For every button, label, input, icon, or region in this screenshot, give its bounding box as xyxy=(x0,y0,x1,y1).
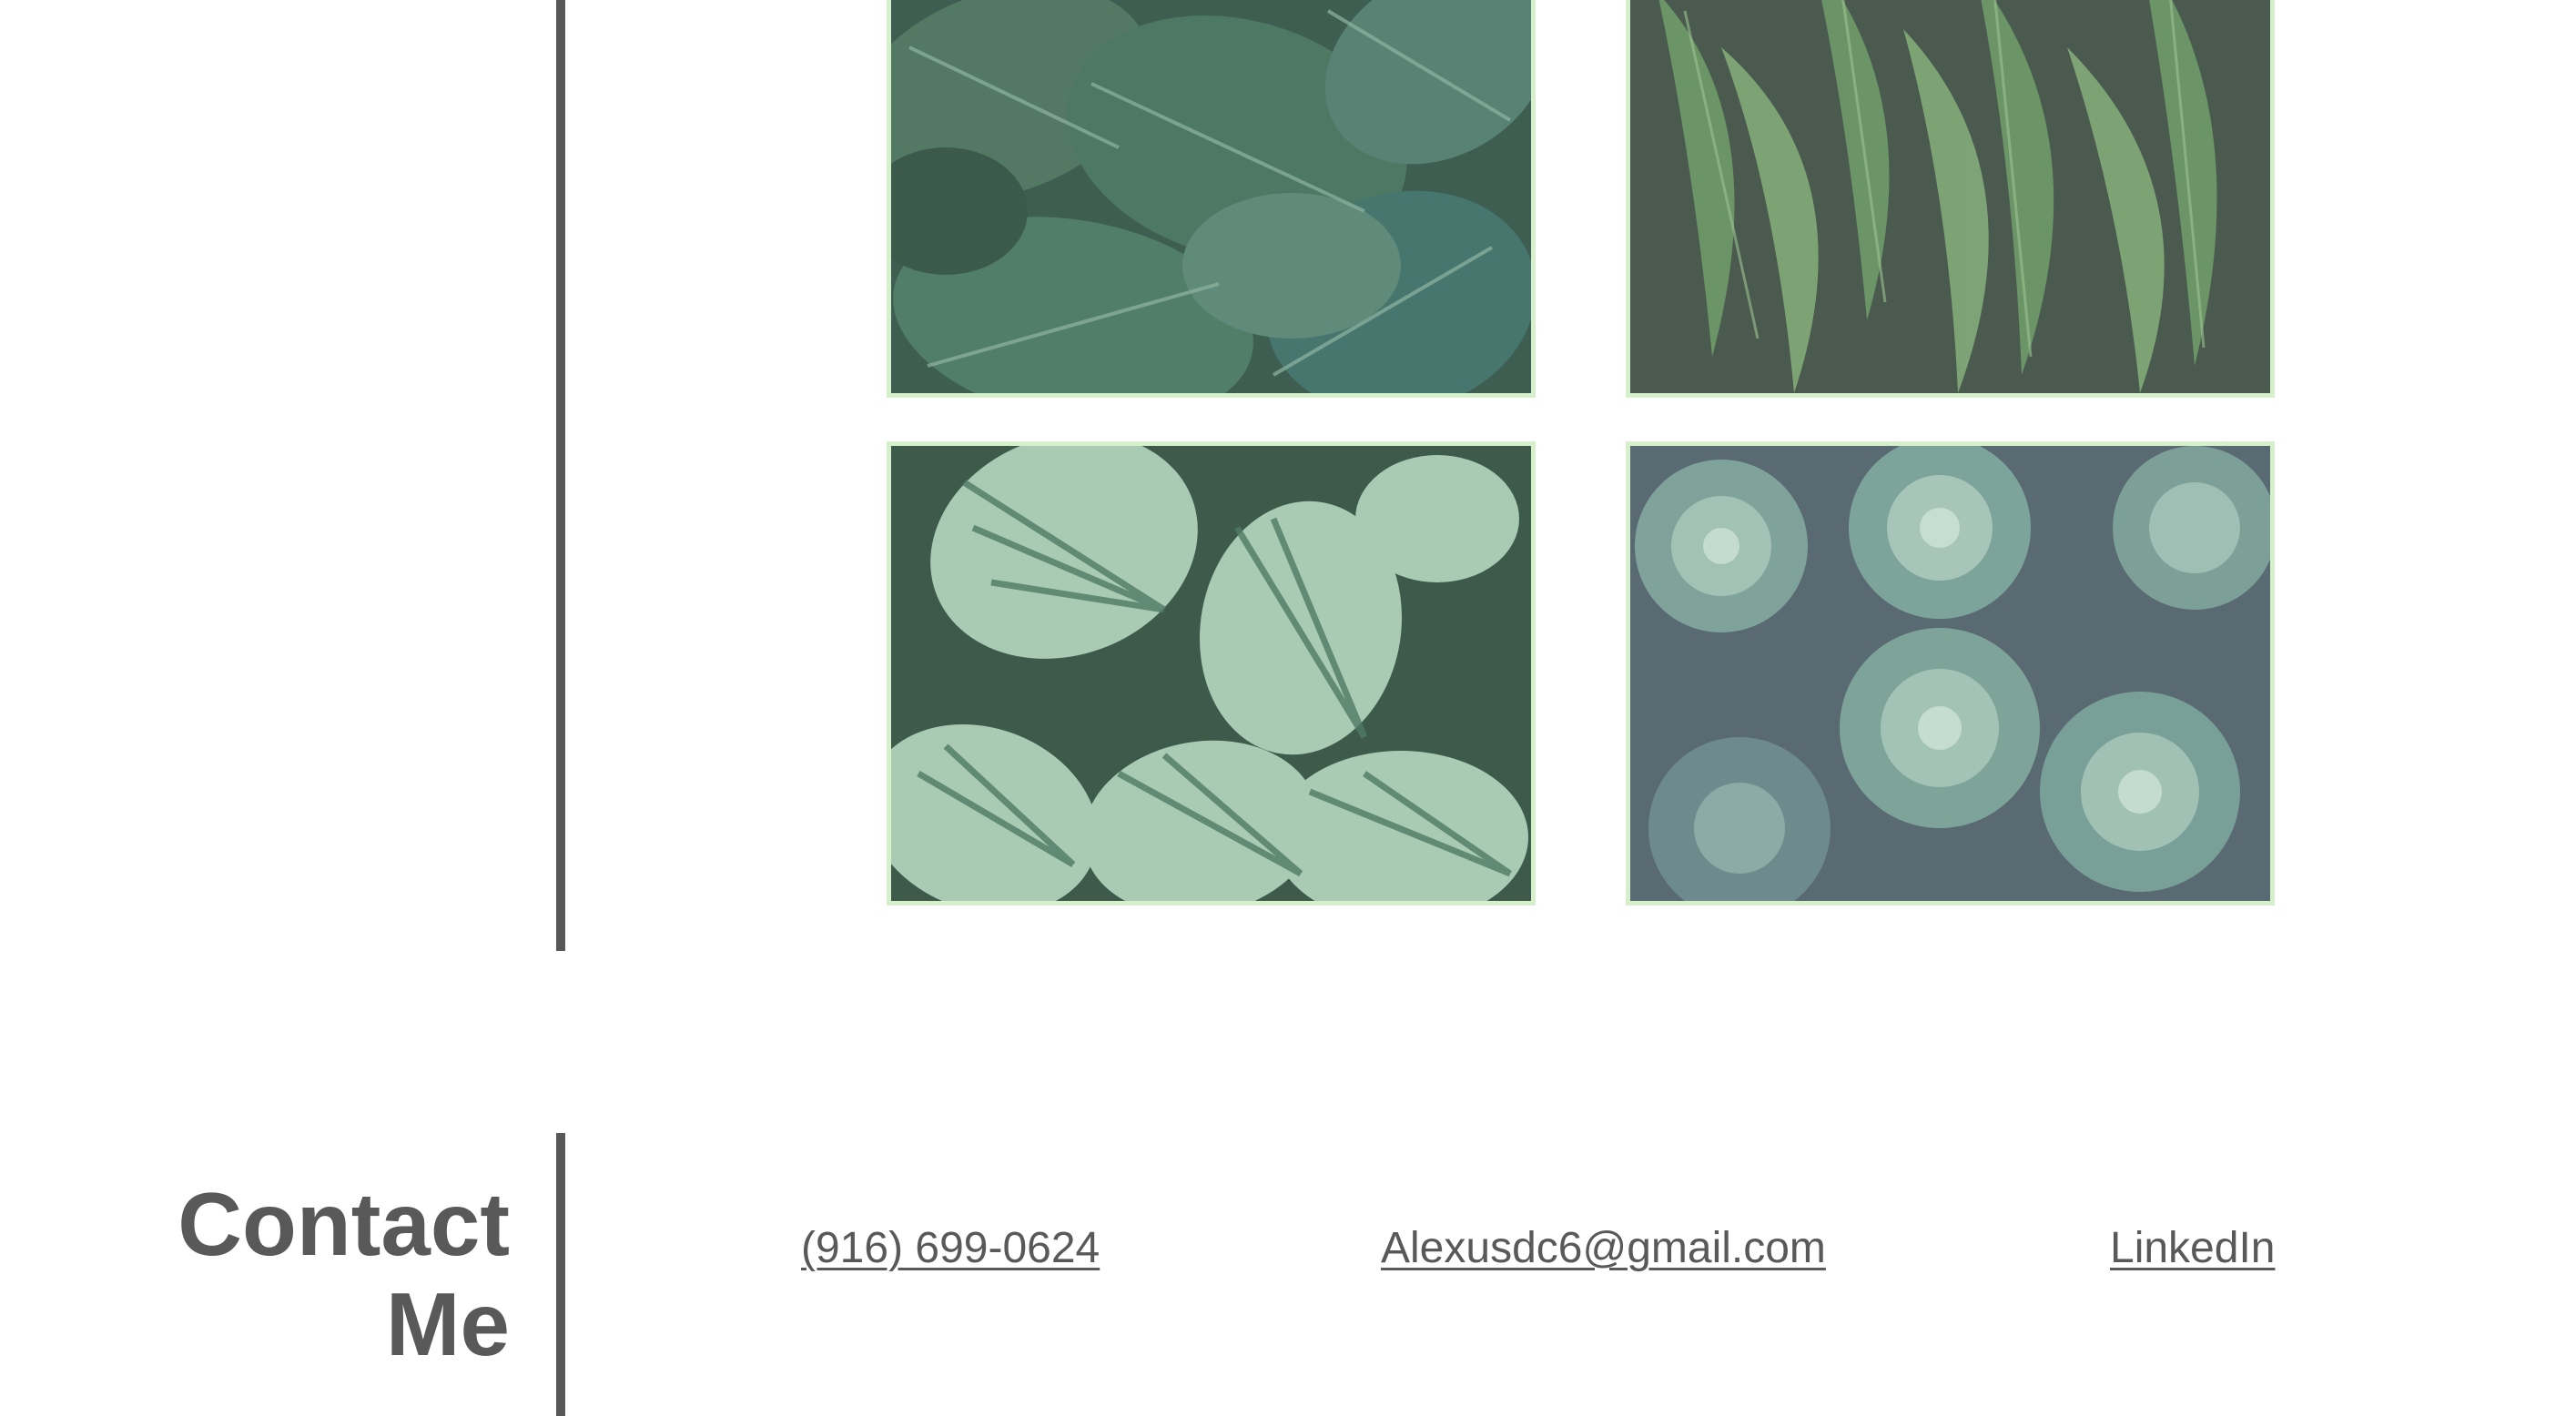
email-link[interactable]: Alexusdc6@gmail.com xyxy=(1381,1217,1826,1280)
fern-fronds-photo xyxy=(1626,0,2275,398)
succulents-photo xyxy=(1626,441,2275,905)
section-divider-gallery xyxy=(556,0,565,951)
contact-heading-line1: Contact xyxy=(177,1174,510,1274)
section-divider-contact xyxy=(556,1133,565,1416)
contact-heading-line2: Me xyxy=(385,1274,510,1374)
phone-link[interactable]: (916) 699-0624 xyxy=(801,1217,1100,1280)
monstera-leaves-photo xyxy=(887,0,1536,398)
linkedin-link[interactable]: LinkedIn xyxy=(2110,1217,2275,1280)
contact-heading: Contact Me xyxy=(177,1174,510,1374)
calathea-leaves-photo xyxy=(887,441,1536,905)
